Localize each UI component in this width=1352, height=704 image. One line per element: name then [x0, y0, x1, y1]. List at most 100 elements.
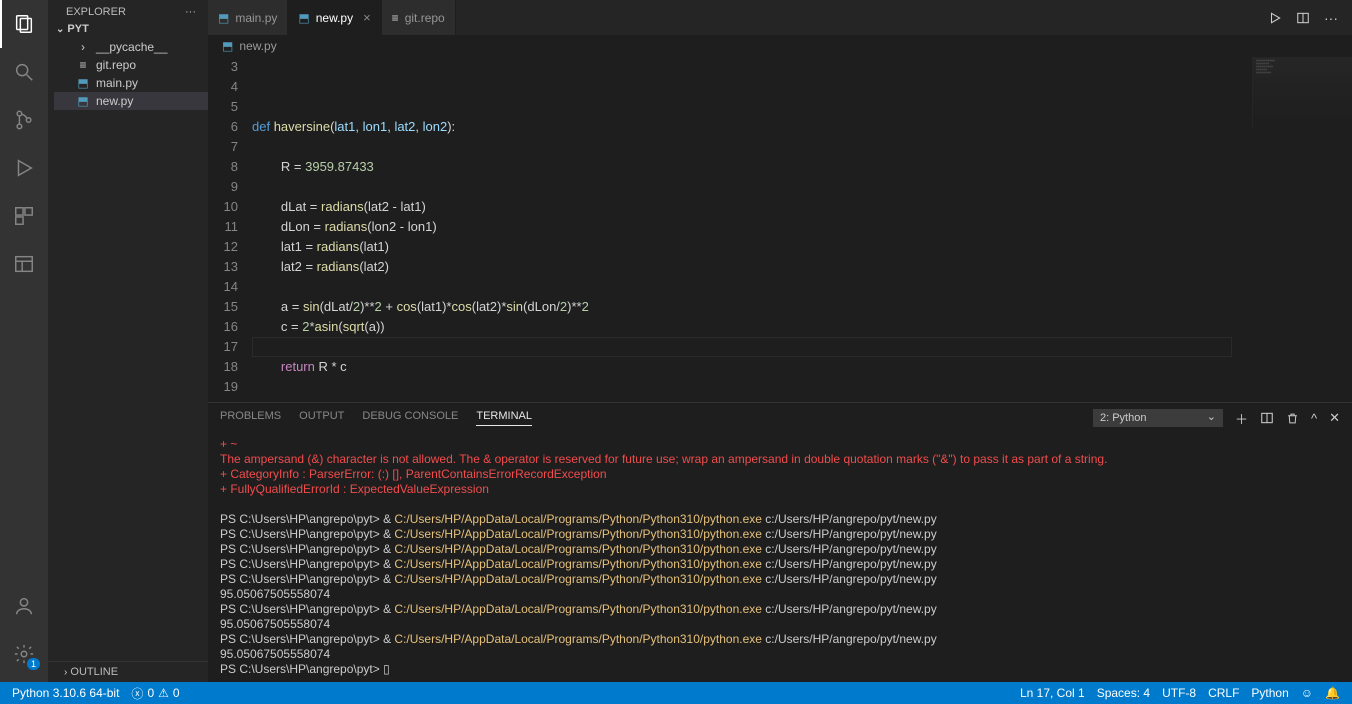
terminal-line: PS C:\Users\HP\angrepo\pyt> & C:/Users/H… [220, 602, 1340, 617]
terminal-line: PS C:\Users\HP\angrepo\pyt> & C:/Users/H… [220, 572, 1340, 587]
code-line[interactable]: def haversine(lat1, lon1, lat2, lon2): [252, 117, 1352, 137]
activity-layout-icon[interactable] [0, 240, 48, 288]
terminal-line: PS C:\Users\HP\angrepo\pyt> & C:/Users/H… [220, 632, 1340, 647]
settings-badge: 1 [27, 658, 40, 670]
tab-label: git.repo [405, 11, 445, 25]
terminal-line: PS C:\Users\HP\angrepo\pyt> & C:/Users/H… [220, 527, 1340, 542]
sidebar-title: EXPLORER [66, 6, 126, 18]
file-row[interactable]: › __pycache__ [54, 38, 208, 56]
line-number-gutter: 34567891011121314151617181920 [208, 57, 252, 402]
terminal-line: PS C:\Users\HP\angrepo\pyt> & C:/Users/H… [220, 542, 1340, 557]
activity-bar: 1 [0, 0, 48, 682]
sidebar-outline[interactable]: › OUTLINE [48, 661, 208, 682]
file-row[interactable]: ⬒ main.py [54, 74, 208, 92]
sidebar-root-folder[interactable]: ⌄ PYT [48, 20, 208, 38]
python-file-icon: ⬒ [218, 11, 229, 25]
code-line[interactable]: lat2 = radians(lat2) [252, 257, 1352, 277]
code-line[interactable]: lat1 = radians(lat1) [252, 237, 1352, 257]
terminal-line [220, 497, 1340, 512]
panel-tab[interactable]: TERMINAL [476, 410, 532, 426]
status-notifications-icon[interactable]: 🔔 [1319, 686, 1346, 700]
minimap[interactable]: ▩▩▩▩▩▩▩▩▩▩▩▩▩▩▩▩▩▩▩▩▩▩▩▩▩▩▩▩▩▩▩▩▩▩▩▩▩▩▩▩ [1252, 57, 1352, 127]
terminal-line: 95.05067505558074 [220, 617, 1340, 632]
editor-tab[interactable]: ⬒ new.py × [288, 0, 381, 35]
editor-tab[interactable]: ⬒ main.py [208, 0, 288, 35]
activity-source-control-icon[interactable] [0, 96, 48, 144]
status-python-version[interactable]: Python 3.10.6 64-bit [6, 686, 125, 700]
status-problems[interactable]: ⓧ0 ⚠0 [125, 685, 185, 702]
activity-extensions-icon[interactable] [0, 192, 48, 240]
chevron-right-icon: › [64, 667, 67, 678]
terminal-line: + ~ [220, 437, 1340, 452]
tab-label: new.py [316, 11, 353, 25]
close-icon[interactable]: × [359, 10, 371, 25]
breadcrumb[interactable]: ⬒ new.py [208, 35, 1352, 57]
activity-account-icon[interactable] [0, 582, 48, 630]
panel-tab[interactable]: OUTPUT [299, 410, 344, 426]
code-line[interactable]: a = sin(dLat/2)**2 + cos(lat1)*cos(lat2)… [252, 297, 1352, 317]
status-spaces[interactable]: Spaces: 4 [1091, 686, 1156, 700]
activity-run-debug-icon[interactable] [0, 144, 48, 192]
tab-label: main.py [235, 11, 277, 25]
terminal-line: The ampersand (&) character is not allow… [220, 452, 1340, 467]
chevron-down-icon: ⌄ [56, 24, 64, 35]
code-line[interactable]: dLon = radians(lon2 - lon1) [252, 217, 1352, 237]
terminal-line: PS C:\Users\HP\angrepo\pyt> & C:/Users/H… [220, 512, 1340, 527]
panel-tab[interactable]: PROBLEMS [220, 410, 281, 426]
tab-more-icon[interactable]: ··· [1324, 10, 1338, 26]
code-line[interactable] [252, 397, 1352, 402]
code-line[interactable] [252, 177, 1352, 197]
code-line[interactable]: c = 2*asin(sqrt(a)) [252, 317, 1352, 337]
status-language[interactable]: Python [1245, 686, 1294, 700]
bottom-panel: PROBLEMS OUTPUT DEBUG CONSOLE TERMINAL 2: P… [208, 402, 1352, 682]
file-label: git.repo [96, 58, 136, 72]
new-terminal-icon[interactable]: ＋ [1235, 409, 1248, 428]
code-line[interactable] [252, 277, 1352, 297]
file-icon: ≡ [76, 58, 90, 72]
terminal-selector[interactable]: 2: Python [1093, 409, 1223, 427]
editor-tabbar: ⬒ main.py ⬒ new.py × ≡ git.repo ··· [208, 0, 1352, 35]
terminal-line: + FullyQualifiedErrorId : ExpectedValueE… [220, 482, 1340, 497]
terminal-output[interactable]: + ~The ampersand (&) character is not al… [208, 433, 1352, 682]
code-line[interactable] [252, 137, 1352, 157]
maximize-panel-icon[interactable]: ^ [1311, 411, 1317, 426]
panel-tab[interactable]: DEBUG CONSOLE [362, 410, 458, 426]
python-file-icon: ⬒ [76, 94, 90, 108]
file-label: __pycache__ [96, 40, 167, 54]
error-icon: ⓧ [131, 685, 143, 702]
file-icon: ≡ [392, 11, 399, 25]
code-line[interactable] [252, 377, 1352, 397]
close-panel-icon[interactable]: ✕ [1329, 410, 1340, 426]
activity-search-icon[interactable] [0, 48, 48, 96]
kill-terminal-icon[interactable] [1286, 412, 1299, 425]
status-feedback-icon[interactable]: ☺ [1295, 686, 1319, 700]
activity-settings-icon[interactable]: 1 [0, 630, 48, 678]
file-label: main.py [96, 76, 138, 90]
terminal-line: 95.05067505558074 [220, 647, 1340, 662]
code-content[interactable]: def haversine(lat1, lon1, lat2, lon2): R… [252, 57, 1352, 402]
code-line[interactable]: R = 3959.87433 [252, 157, 1352, 177]
chevron-right-icon: › [76, 40, 90, 54]
explorer-sidebar: EXPLORER ··· ⌄ PYT › __pycache__ ≡ git.repo… [48, 0, 208, 682]
sidebar-more-icon[interactable]: ··· [185, 6, 196, 18]
status-line-col[interactable]: Ln 17, Col 1 [1014, 686, 1091, 700]
status-eol[interactable]: CRLF [1202, 686, 1245, 700]
activity-explorer-icon[interactable] [0, 0, 48, 48]
code-line[interactable]: return R * c [252, 357, 1352, 377]
status-encoding[interactable]: UTF-8 [1156, 686, 1202, 700]
file-label: new.py [96, 94, 133, 108]
code-editor[interactable]: 34567891011121314151617181920 def havers… [208, 57, 1352, 402]
editor-tab[interactable]: ≡ git.repo [382, 0, 456, 35]
current-line-highlight [252, 337, 1232, 357]
python-file-icon: ⬒ [76, 76, 90, 90]
terminal-line: + CategoryInfo : ParserError: (:) [], Pa… [220, 467, 1340, 482]
run-icon[interactable] [1268, 11, 1282, 25]
file-row[interactable]: ⬒ new.py [54, 92, 208, 110]
status-bar: Python 3.10.6 64-bit ⓧ0 ⚠0 Ln 17, Col 1 … [0, 682, 1352, 704]
split-terminal-icon[interactable] [1260, 411, 1274, 425]
file-row[interactable]: ≡ git.repo [54, 56, 208, 74]
split-editor-icon[interactable] [1296, 11, 1310, 25]
python-file-icon: ⬒ [298, 11, 309, 25]
code-line[interactable]: dLat = radians(lat2 - lat1) [252, 197, 1352, 217]
python-file-icon: ⬒ [222, 39, 233, 53]
